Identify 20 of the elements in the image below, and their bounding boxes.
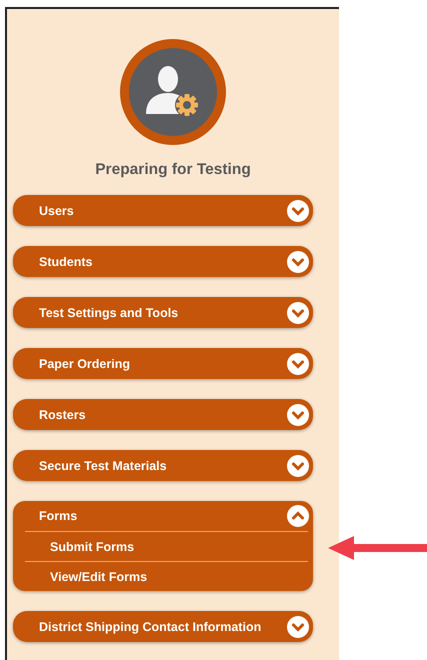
section-title[interactable]: Rosters bbox=[39, 408, 86, 422]
expand-icon[interactable] bbox=[287, 454, 309, 476]
expand-icon[interactable] bbox=[287, 302, 309, 324]
section-title[interactable]: Users bbox=[39, 204, 74, 218]
panel-title: Preparing for Testing bbox=[95, 161, 251, 179]
section-title[interactable]: Forms bbox=[39, 509, 78, 523]
section-title[interactable]: Paper Ordering bbox=[39, 356, 130, 370]
expand-icon[interactable] bbox=[287, 250, 309, 272]
expand-icon[interactable] bbox=[287, 404, 309, 426]
collapse-icon[interactable] bbox=[287, 505, 309, 527]
section-title[interactable]: District Shipping Contact Information bbox=[39, 620, 262, 634]
section-title[interactable]: Test Settings and Tools bbox=[39, 306, 178, 320]
expand-icon[interactable] bbox=[287, 616, 309, 638]
user-settings-icon bbox=[120, 39, 226, 145]
section-title[interactable]: Students bbox=[39, 254, 92, 268]
expand-icon[interactable] bbox=[287, 352, 309, 374]
submenu-item[interactable]: Submit Forms bbox=[50, 540, 134, 554]
section-title[interactable]: Secure Test Materials bbox=[39, 458, 167, 472]
expand-icon[interactable] bbox=[287, 200, 309, 222]
submenu-item[interactable]: View/Edit Forms bbox=[50, 570, 148, 584]
